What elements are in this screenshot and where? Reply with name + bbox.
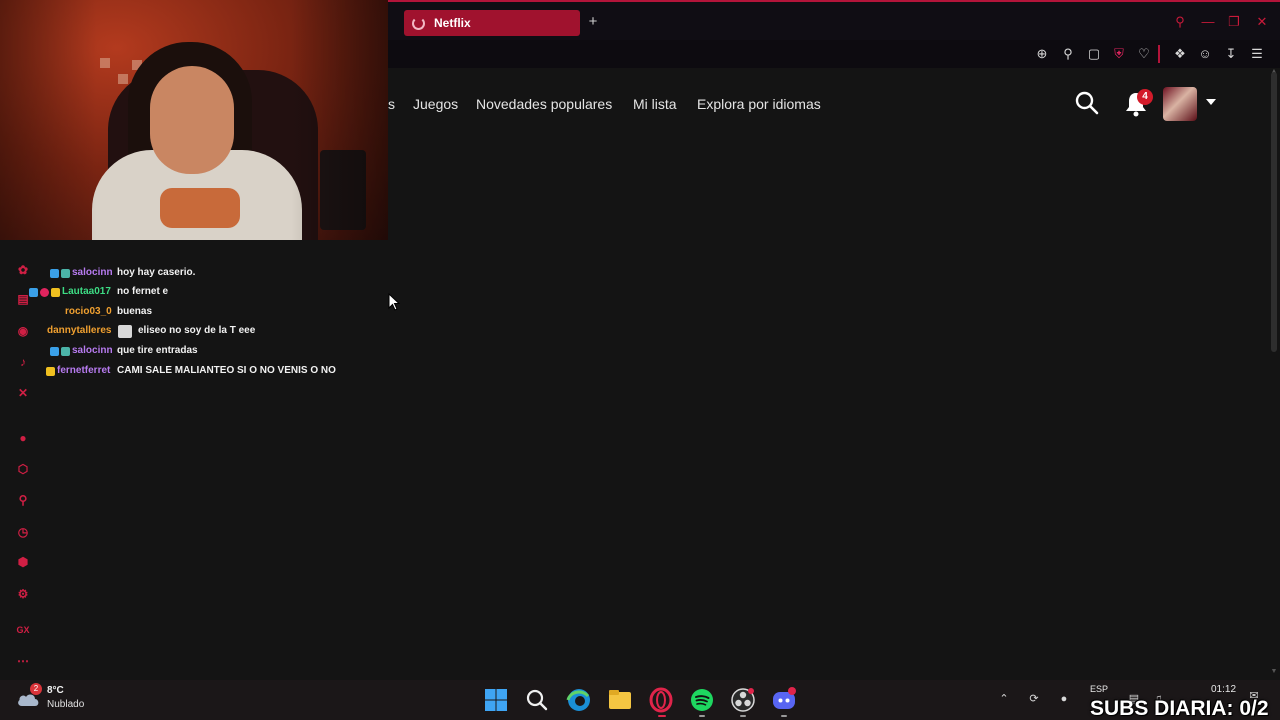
cube-icon[interactable]: ⬡ bbox=[14, 460, 32, 478]
download-icon[interactable]: ↧ bbox=[1222, 45, 1240, 63]
weather-temperature[interactable]: 8°C bbox=[47, 685, 64, 696]
chat-text: que tire entradas bbox=[117, 345, 198, 356]
browser-tab-strip: Netflix + ⚲ — ❐ ✕ bbox=[388, 0, 1280, 40]
settings-icon[interactable]: ⚙ bbox=[14, 585, 32, 603]
chat-text: no fernet e bbox=[117, 286, 169, 297]
file-explorer-icon[interactable] bbox=[606, 686, 634, 714]
running-app-indicator bbox=[781, 715, 787, 717]
extensions-icon[interactable]: ❖ bbox=[1171, 45, 1189, 63]
webcam-vignette bbox=[0, 0, 388, 240]
notification-badge: 4 bbox=[1137, 89, 1153, 105]
close-window-button[interactable]: ✕ bbox=[1254, 14, 1270, 30]
nav-item-mi-lista[interactable]: Mi lista bbox=[633, 96, 677, 112]
loading-spinner-icon bbox=[412, 16, 425, 30]
running-app-indicator bbox=[740, 715, 746, 717]
subs-goal-overlay: SUBS DIARIA: 0/2 bbox=[1090, 697, 1269, 720]
chat-text: hoy hay caserio. bbox=[117, 267, 196, 278]
edge-icon[interactable] bbox=[565, 686, 593, 714]
caret-down-icon[interactable] bbox=[1206, 99, 1216, 105]
screen: Netflix + ⚲ — ❐ ✕ ⊕ ⚲ ▢ ⛨ ♡ ❖ ☺ ↧ ☰ s Ju… bbox=[0, 0, 1280, 720]
weather-description[interactable]: Nublado bbox=[47, 699, 84, 710]
gx-icon[interactable]: GX bbox=[14, 621, 32, 639]
weather-badge: 2 bbox=[30, 683, 42, 695]
keyboard-language[interactable]: ESP bbox=[1090, 684, 1108, 694]
snapshot-icon[interactable]: ▢ bbox=[1085, 45, 1103, 63]
menu-icon[interactable]: ☰ bbox=[1248, 45, 1266, 63]
heart-icon[interactable]: ♡ bbox=[1135, 45, 1153, 63]
badge-icon bbox=[61, 347, 70, 356]
badge-icon bbox=[50, 347, 59, 356]
chat-username: rocio03_0 bbox=[65, 306, 112, 317]
chat-username: dannytalleres bbox=[47, 325, 112, 336]
chat-username: fernetferret bbox=[57, 365, 111, 376]
obs-icon[interactable] bbox=[729, 686, 757, 714]
netflix-header: s Juegos Novedades populares Mi lista Ex… bbox=[388, 68, 1268, 140]
chat-text: buenas bbox=[117, 306, 153, 317]
microphone-icon[interactable]: ● bbox=[1056, 691, 1072, 707]
chat-username: salocinn bbox=[72, 267, 113, 278]
x-twitter-icon[interactable]: ✕ bbox=[14, 384, 32, 402]
crown-badge-icon bbox=[46, 367, 55, 376]
nav-item-juegos[interactable]: Juegos bbox=[413, 96, 458, 112]
nav-item-partial[interactable]: s bbox=[388, 96, 395, 112]
opera-sidebar: ✿ ▤ ◉ ♪ ✕ ● ⬡ ⚲ ◷ ⬢ ⚙ GX ⋯ bbox=[0, 240, 44, 680]
search-tabs-icon[interactable]: ⚲ bbox=[1172, 14, 1188, 30]
running-app-indicator bbox=[699, 715, 705, 717]
toolbar-divider bbox=[1158, 45, 1160, 63]
chat-text: CAMI SALE MALIANTEO SI O NO VENIS O NO bbox=[117, 365, 336, 376]
badge-icon bbox=[50, 269, 59, 278]
windows-start-icon[interactable] bbox=[482, 686, 510, 714]
badge-icon bbox=[61, 269, 70, 278]
emote-icon bbox=[118, 325, 132, 338]
twitch-icon[interactable]: ▤ bbox=[14, 290, 32, 308]
tray-overflow-icon[interactable]: ⌃ bbox=[996, 691, 1012, 707]
windows-taskbar: 2 8°C Nublado ⌃ ⟳ ● ESP ▤ ♫ 01:12 ✉ SUBS… bbox=[0, 680, 1280, 720]
tiktok-icon[interactable]: ♪ bbox=[14, 353, 32, 371]
spotify-icon[interactable] bbox=[688, 686, 716, 714]
opera-gx-icon[interactable] bbox=[647, 686, 675, 714]
maximize-button[interactable]: ❐ bbox=[1226, 14, 1242, 30]
search-icon[interactable] bbox=[1074, 90, 1100, 116]
mouse-cursor-icon bbox=[388, 293, 400, 311]
nav-item-novedades-populares[interactable]: Novedades populares bbox=[476, 96, 612, 112]
crown-badge-icon bbox=[51, 288, 60, 297]
more-icon[interactable]: ⋯ bbox=[14, 652, 32, 670]
tab-title: Netflix bbox=[434, 16, 471, 30]
chat-username: Lautaa017 bbox=[62, 286, 111, 297]
active-app-indicator bbox=[658, 715, 666, 717]
clock-time[interactable]: 01:12 bbox=[1211, 684, 1236, 695]
record-icon[interactable]: ● bbox=[14, 429, 32, 447]
pin-icon[interactable]: ⚲ bbox=[14, 491, 32, 509]
profile-avatar[interactable] bbox=[1163, 87, 1197, 121]
scroll-down-icon[interactable]: ▼ bbox=[1270, 668, 1278, 676]
webcam-overlay bbox=[0, 0, 388, 240]
history-icon[interactable]: ◷ bbox=[14, 523, 32, 541]
page-scrollbar[interactable]: ▲ ▼ bbox=[1268, 68, 1280, 680]
search-icon[interactable] bbox=[523, 686, 551, 714]
chat-text: eliseo no soy de la T eee bbox=[138, 325, 256, 336]
adblock-icon[interactable]: ⛨ bbox=[1110, 45, 1128, 63]
extensions-icon[interactable]: ⬢ bbox=[14, 553, 32, 571]
scroll-thumb[interactable] bbox=[1271, 72, 1277, 352]
discord-icon[interactable] bbox=[770, 686, 798, 714]
minimize-button[interactable]: — bbox=[1200, 14, 1216, 30]
aria-ai-icon[interactable]: ✿ bbox=[14, 261, 32, 279]
new-tab-button[interactable]: + bbox=[586, 14, 600, 30]
chat-overlay: salocinn hoy hay caserio. Lautaa017 no f… bbox=[0, 240, 388, 680]
instagram-icon[interactable]: ◉ bbox=[14, 322, 32, 340]
chat-username: salocinn bbox=[72, 345, 113, 356]
tab-netflix[interactable]: Netflix bbox=[404, 10, 580, 36]
nav-item-explora-por-idiomas[interactable]: Explora por idiomas bbox=[697, 96, 821, 112]
zoom-icon[interactable]: ⊕ bbox=[1033, 45, 1051, 63]
pin-icon[interactable]: ⚲ bbox=[1059, 45, 1077, 63]
profile-icon[interactable]: ☺ bbox=[1196, 45, 1214, 63]
sync-icon[interactable]: ⟳ bbox=[1026, 691, 1042, 707]
browser-toolbar: ⊕ ⚲ ▢ ⛨ ♡ ❖ ☺ ↧ ☰ bbox=[388, 40, 1280, 68]
